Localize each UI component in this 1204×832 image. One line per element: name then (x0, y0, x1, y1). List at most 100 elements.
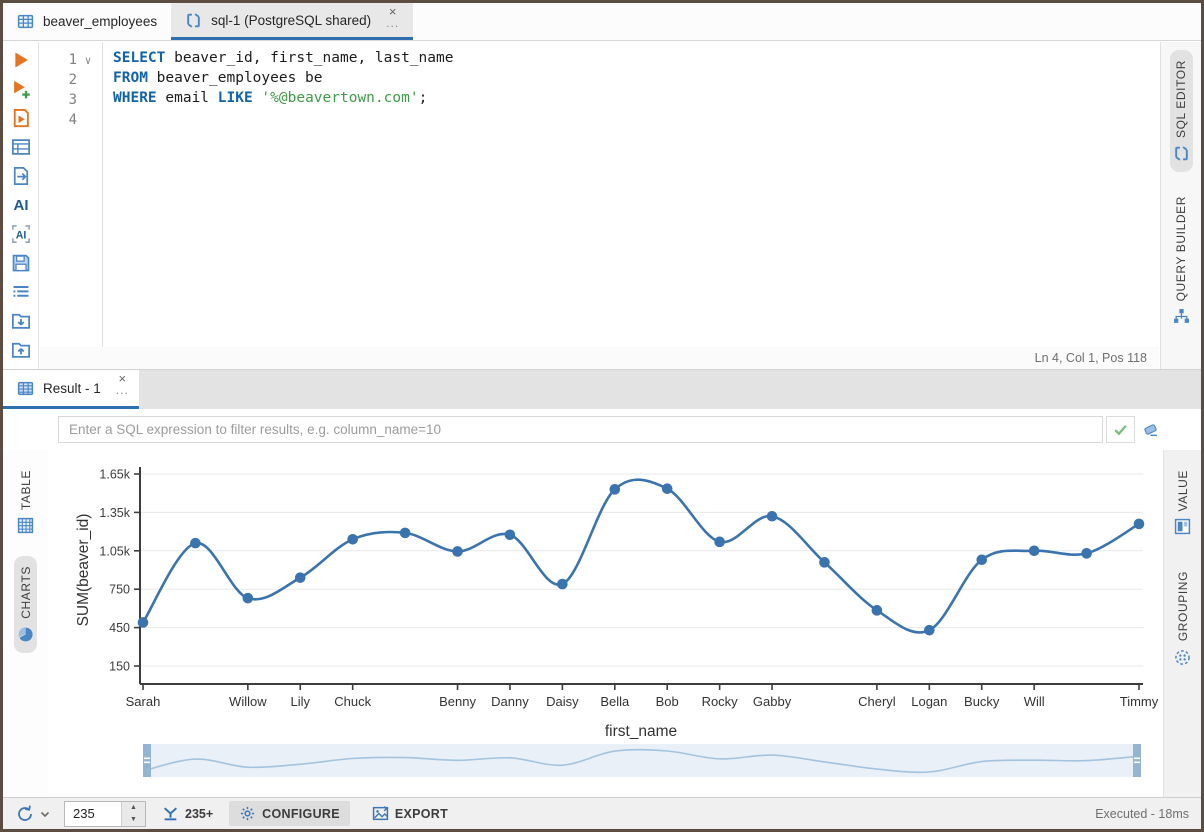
data-point[interactable] (1029, 546, 1040, 557)
y-tick-label: 1.65k (99, 468, 130, 482)
handle-grip (144, 758, 150, 760)
tab-result-1[interactable]: Result - 1 × ... (3, 370, 139, 409)
x-tick-label: Bucky (964, 694, 1000, 709)
load-script-icon[interactable] (11, 311, 31, 331)
fetch-more-button[interactable]: 235+ (162, 805, 213, 822)
save-script-icon[interactable] (11, 340, 31, 360)
tab-more-icon[interactable]: ... (116, 385, 129, 395)
data-point[interactable] (505, 530, 516, 541)
pie-chart-icon (17, 626, 34, 643)
x-tick-label: Rocky (702, 694, 739, 709)
filter-input[interactable] (58, 416, 1103, 443)
data-point[interactable] (976, 554, 987, 565)
data-point[interactable] (714, 537, 725, 548)
data-point[interactable] (557, 579, 568, 590)
row-count-stepper[interactable]: ▲▼ (121, 802, 145, 826)
data-point[interactable] (662, 483, 673, 494)
editor-tab-bar: beaver_employees sql-1 (PostgreSQL share… (3, 3, 1201, 41)
tab-query-builder[interactable]: QUERY BUILDER (1170, 186, 1193, 335)
sql-code-area[interactable]: SELECT beaver_id, first_name, last_nameF… (113, 42, 1159, 347)
execute-new-tab-icon[interactable] (11, 79, 31, 99)
script-execute-icon[interactable] (11, 108, 31, 128)
result-bottom-toolbar: 235 ▲▼ 235+ CONFIGURE EXPORT Executed - … (3, 797, 1201, 829)
stepper-up-icon[interactable]: ▲ (122, 802, 145, 814)
ai-chat-icon[interactable]: AI (11, 195, 31, 215)
editor-toolbar: AI AI (3, 42, 39, 369)
x-axis-title: first_name (605, 723, 677, 740)
data-point[interactable] (1134, 519, 1145, 530)
svg-text:AI: AI (15, 229, 26, 241)
code-line[interactable]: SELECT beaver_id, first_name, last_name (113, 50, 1159, 70)
tab-label: Result - 1 (43, 381, 101, 396)
data-point[interactable] (243, 593, 254, 604)
data-point[interactable] (138, 617, 149, 628)
apply-filter-button[interactable] (1106, 416, 1135, 443)
navigator-left-handle[interactable] (143, 744, 151, 777)
code-line[interactable]: FROM beaver_employees be (113, 70, 1159, 90)
fold-chevron-icon[interactable]: ∨ (77, 54, 99, 67)
tab-grouping[interactable]: GROUPING (1171, 561, 1194, 675)
save-icon[interactable] (11, 253, 31, 273)
y-tick-label: 450 (109, 621, 130, 635)
data-point[interactable] (452, 546, 463, 557)
tab-label: VALUE (1176, 470, 1190, 511)
result-grid-icon (17, 380, 34, 397)
tab-beaver-employees[interactable]: beaver_employees (3, 3, 171, 40)
configure-button[interactable]: CONFIGURE (229, 801, 350, 826)
navigator-right-handle[interactable] (1133, 744, 1141, 777)
tab-table-view[interactable]: TABLE (14, 460, 37, 544)
gutter-row: 2 (39, 70, 102, 90)
x-tick-label: Chuck (334, 694, 371, 709)
query-builder-icon (1173, 308, 1190, 325)
y-axis-title: SUM(beaver_id) (75, 514, 92, 627)
gutter-row: 3 (39, 90, 102, 110)
tab-charts-view[interactable]: CHARTS (14, 556, 37, 653)
result-tab-bar: Result - 1 × ... (3, 369, 1201, 409)
code-line[interactable] (113, 110, 1159, 130)
fetch-more-icon (162, 805, 179, 822)
tab-sql-1[interactable]: sql-1 (PostgreSQL shared) × ... (171, 3, 413, 40)
result-filter-row (3, 409, 1201, 450)
export-from-query-icon[interactable] (11, 166, 31, 186)
tab-label: CHARTS (19, 566, 33, 619)
refresh-icon (15, 804, 35, 824)
x-tick-label: Bob (656, 694, 679, 709)
chart-config-tabs: VALUE GROUPING (1163, 450, 1201, 797)
tab-value[interactable]: VALUE (1171, 460, 1194, 545)
gear-icon (239, 805, 256, 822)
ai-inline-icon[interactable]: AI (11, 224, 31, 244)
refresh-button[interactable] (15, 804, 52, 824)
sql-script-icon (185, 12, 202, 29)
tab-more-icon[interactable]: ... (386, 18, 399, 28)
gutter-row: 4 (39, 110, 102, 130)
tab-label: beaver_employees (43, 14, 157, 29)
row-count-value[interactable]: 235 (65, 802, 121, 826)
execute-icon[interactable] (11, 50, 31, 70)
x-tick-label: Bella (600, 694, 630, 709)
editor-side-tabs: SQL EDITOR QUERY BUILDER (1160, 42, 1201, 369)
x-tick-label: Lily (291, 694, 311, 709)
data-point[interactable] (924, 625, 935, 636)
code-line[interactable]: WHERE email LIKE '%@beavertown.com'; (113, 90, 1159, 110)
explain-plan-icon[interactable] (11, 137, 31, 157)
data-point[interactable] (609, 484, 620, 495)
y-tick-label: 1.05k (99, 544, 130, 558)
row-count-spinner[interactable]: 235 ▲▼ (64, 801, 146, 827)
data-point[interactable] (819, 557, 830, 568)
data-point[interactable] (190, 538, 201, 549)
sql-script-icon (1173, 145, 1190, 162)
data-point[interactable] (347, 534, 358, 545)
data-point[interactable] (295, 572, 306, 583)
data-point[interactable] (767, 511, 778, 522)
stepper-down-icon[interactable]: ▼ (122, 814, 145, 826)
x-tick-label: Logan (911, 694, 947, 709)
series-line (143, 480, 1139, 633)
configure-label: CONFIGURE (262, 807, 340, 821)
clear-filter-button[interactable] (1139, 418, 1162, 441)
export-button[interactable]: EXPORT (362, 801, 458, 826)
data-point[interactable] (400, 528, 411, 539)
tab-sql-editor[interactable]: SQL EDITOR (1170, 50, 1193, 172)
data-point[interactable] (1081, 548, 1092, 559)
data-point[interactable] (872, 605, 883, 616)
format-sql-icon[interactable] (11, 282, 31, 302)
